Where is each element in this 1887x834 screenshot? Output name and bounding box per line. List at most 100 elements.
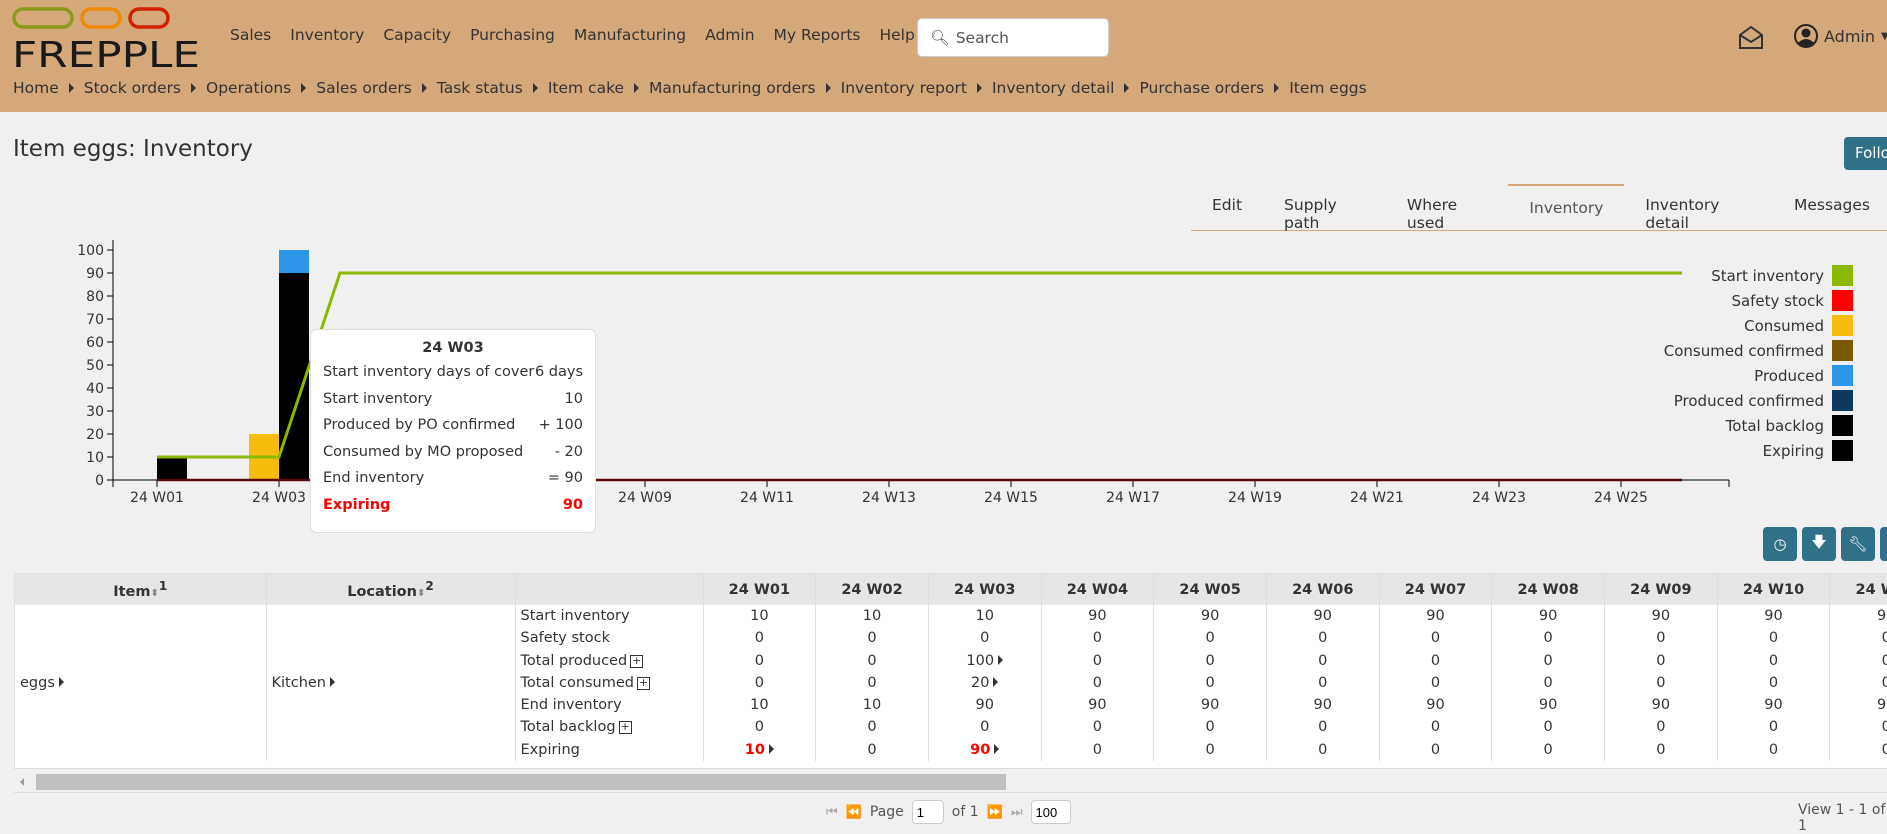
tooltip-row: Start inventory 10 [323,391,583,418]
column-header-week[interactable]: 24 W05 [1153,574,1267,605]
legend-item[interactable]: Consumed confirmed [1664,338,1853,363]
legend-item[interactable]: Total backlog [1664,413,1853,438]
column-header-week[interactable]: 24 W10 [1717,574,1831,605]
column-header-week[interactable]: 24 W06 [1266,574,1380,605]
search-input[interactable]: 🔍︎ Search [917,18,1109,57]
cell-value: 90 [1200,697,1220,714]
extra-button[interactable] [1880,527,1887,561]
column-header-week[interactable]: 24 W08 [1491,574,1605,605]
cell-value: 0 [1882,742,1887,758]
breadcrumb-item[interactable]: Operations [206,79,291,97]
y-tick-label: 90 [86,266,104,282]
cell-value: 0 [980,630,990,647]
column-header-week[interactable]: 24 W04 [1041,574,1155,605]
column-header-location[interactable]: Location⬍2 [266,574,516,605]
nav-manufacturing[interactable]: Manufacturing [574,26,686,44]
breadcrumb-item[interactable]: Inventory detail [992,79,1115,97]
column-header-week[interactable]: 24 W09 [1604,574,1718,605]
follow-button[interactable]: Follow [1844,137,1887,170]
legend-item[interactable]: Expiring [1664,438,1853,463]
scrollbar-thumb[interactable] [36,774,1006,790]
frepple-logo[interactable]: FREPPLE [12,7,202,69]
tab-supply-path[interactable]: Supply path [1263,184,1386,232]
last-page-icon[interactable]: ⏭ [1011,805,1023,820]
nav-purchasing[interactable]: Purchasing [470,26,555,44]
column-header-week[interactable]: 24 W01 [703,574,817,605]
expand-plus-icon[interactable]: + [618,721,632,735]
cell-value: 90 [1200,608,1220,624]
messages-envelope-icon[interactable] [1738,24,1764,50]
caret-right-icon[interactable] [58,677,64,688]
configure-button[interactable]: 🔧︎ [1841,527,1875,561]
caret-right-icon[interactable] [768,743,774,754]
measure-name: Safety stock [520,630,610,647]
first-page-icon[interactable]: ⏮ [826,805,838,820]
x-tick-label: 24 W17 [1106,490,1160,506]
cell-value[interactable]: 100 [966,653,994,669]
x-tick-label: 24 W21 [1350,490,1404,506]
legend-item[interactable]: Consumed [1664,313,1853,338]
tab-inventory-detail[interactable]: Inventory detail [1624,184,1773,232]
breadcrumb-item[interactable]: Sales orders [316,79,412,97]
cell-value[interactable]: 10 [745,742,765,758]
column-header-week[interactable]: 24 W03 [928,574,1042,605]
legend-item[interactable]: Produced confirmed [1664,388,1853,413]
rows-per-page-select[interactable] [1030,800,1071,824]
column-header-week[interactable]: 24 W11 [1829,574,1887,605]
next-page-icon[interactable]: ⏩ [987,805,1003,820]
column-header-week[interactable]: 24 W02 [815,574,929,605]
cell-value[interactable]: 20 [971,675,989,691]
header-label: Location [347,583,417,600]
cell-value: 0 [1543,741,1553,758]
cell-value: 0 [1318,630,1328,647]
legend-item[interactable]: Safety stock [1664,288,1853,313]
nav-sales[interactable]: Sales [230,26,271,44]
page-input[interactable] [911,800,944,824]
nav-my-reports[interactable]: My Reports [774,26,861,44]
breadcrumb-item[interactable]: Manufacturing orders [649,79,816,97]
nav-capacity[interactable]: Capacity [383,26,451,44]
chart-legend: Start inventory Safety stock Consumed Consu… [1664,263,1853,463]
breadcrumb-item[interactable]: Inventory report [841,79,967,97]
cell-value[interactable]: 90 [970,742,990,758]
column-header-item[interactable]: Item⬍1 [15,574,267,605]
horizontal-scrollbar[interactable] [14,771,1887,793]
caret-right-icon[interactable] [993,676,999,687]
breadcrumb-item[interactable]: Stock orders [84,79,181,97]
location-cell[interactable]: Kitchen [266,605,516,762]
scroll-left-icon[interactable] [20,778,24,786]
expand-plus-icon[interactable]: + [630,654,644,668]
nav-admin[interactable]: Admin [705,26,754,44]
tab-where-used[interactable]: Where used [1386,184,1508,232]
export-button[interactable]: 🡇 [1802,527,1836,561]
legend-item[interactable]: Produced [1664,363,1853,388]
tab-edit[interactable]: Edit [1191,184,1263,230]
item-link[interactable]: eggs [20,675,55,691]
expand-plus-icon[interactable]: + [637,676,651,690]
prev-page-icon[interactable]: ⏪ [846,805,862,820]
location-link[interactable]: Kitchen [272,675,327,691]
breadcrumb-item[interactable]: Task status [437,79,523,97]
breadcrumb-item[interactable]: Item cake [548,79,624,97]
user-menu[interactable]: Admin ▼ [1794,24,1887,48]
bar-produced[interactable] [279,250,309,273]
item-cell[interactable]: eggs [15,605,267,762]
time-buckets-button[interactable]: ◷ [1763,527,1797,561]
breadcrumb-item[interactable]: Purchase orders [1139,79,1264,97]
caret-right-icon[interactable] [994,743,1000,754]
x-tick-label: 24 W15 [984,490,1038,506]
cell-value: 0 [754,674,764,691]
nav-help[interactable]: Help [879,26,914,44]
caret-right-icon[interactable] [998,654,1004,665]
tab-messages[interactable]: Messages [1773,184,1887,230]
column-header-week[interactable]: 24 W07 [1379,574,1493,605]
legend-item[interactable]: Start inventory [1664,263,1853,288]
cell-value: 0 [1882,630,1887,646]
cell-value: 0 [867,630,877,647]
bar-expiring[interactable] [157,457,187,480]
tab-inventory[interactable]: Inventory [1508,184,1625,230]
nav-inventory[interactable]: Inventory [290,26,364,44]
breadcrumb-item[interactable]: Home [13,79,59,97]
breadcrumb-item[interactable]: Item eggs [1289,79,1367,97]
caret-right-icon[interactable] [330,677,335,688]
